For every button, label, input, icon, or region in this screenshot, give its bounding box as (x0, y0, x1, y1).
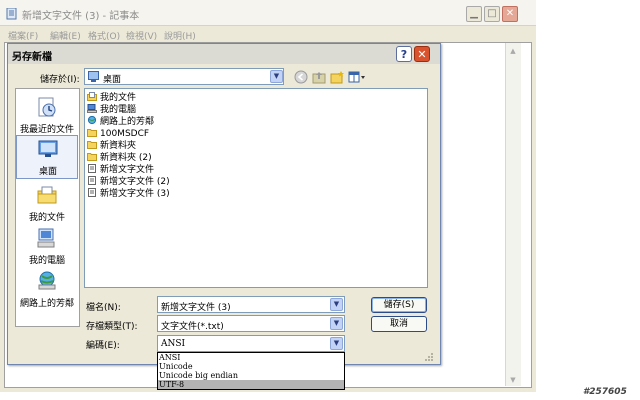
list-item[interactable]: 我的文件 (87, 92, 136, 104)
chevron-down-icon[interactable]: ▼ (270, 70, 283, 83)
encoding-option-utf8[interactable]: UTF-8 (158, 380, 344, 389)
filetype-label: 存檔類型(T): (86, 322, 138, 332)
file-name: 新增文字文件 (3) (100, 189, 170, 199)
computer-icon (87, 104, 97, 113)
filetype-value: 文字文件(*.txt) (161, 322, 224, 332)
place-label: 我的文件 (28, 213, 65, 223)
file-name: 我的電腦 (100, 105, 137, 115)
dialog-close-button[interactable]: ✕ (414, 46, 430, 62)
place-my-computer[interactable]: 我的電腦 (16, 225, 78, 269)
list-item[interactable]: 網路上的芳鄰 (87, 116, 154, 128)
up-folder-icon[interactable] (312, 70, 326, 84)
save-button[interactable]: 儲存(S) (371, 297, 427, 313)
place-my-documents[interactable]: 我的文件 (16, 182, 78, 226)
notepad-close-button[interactable]: ✕ (502, 6, 518, 22)
text-file-icon (88, 176, 96, 185)
chevron-down-icon[interactable]: ▼ (330, 337, 343, 350)
help-icon: ? (400, 48, 408, 61)
close-icon: ✕ (505, 8, 515, 19)
encoding-option-unicode[interactable]: Unicode (158, 362, 344, 371)
list-item[interactable]: 新增文字文件 (3) (87, 188, 170, 200)
place-label: 網路上的芳鄰 (19, 299, 74, 309)
network-icon (87, 116, 97, 125)
place-recent-documents[interactable]: 我最近的文件 (16, 94, 78, 138)
computer-icon (37, 228, 55, 248)
encoding-label: 編碼(E): (86, 341, 120, 351)
text-file-icon (88, 164, 96, 173)
menu-edit[interactable]: 編輯(E) (50, 29, 81, 42)
my-documents-icon (87, 92, 97, 101)
notepad-vertical-scrollbar[interactable] (505, 43, 521, 386)
folder-icon (87, 153, 97, 161)
file-name: 新增文字文件 (100, 165, 155, 175)
dialog-title: 另存新檔 (12, 52, 52, 63)
close-icon: ✕ (417, 48, 427, 61)
folder-icon (87, 141, 97, 149)
chevron-down-icon[interactable]: ▼ (330, 317, 343, 330)
list-item[interactable]: 新增文字文件 (2) (87, 176, 170, 188)
dialog-titlebar[interactable] (8, 44, 440, 64)
resize-grip-icon[interactable] (424, 352, 434, 362)
maximize-button[interactable]: □ (484, 6, 500, 22)
list-item[interactable]: 新資料夾 (2) (87, 152, 152, 164)
notepad-title: 新增文字文件 (3) - 記事本 (22, 11, 140, 22)
file-name: 網路上的芳鄰 (100, 117, 155, 127)
file-name: 100MSDCF (100, 129, 150, 139)
encoding-dropdown[interactable] (157, 335, 345, 352)
menu-file[interactable]: 檔案(F) (8, 29, 38, 42)
scroll-up-icon[interactable]: ▲ (507, 45, 519, 57)
maximize-icon: □ (487, 8, 497, 19)
network-icon (38, 271, 56, 290)
menu-format[interactable]: 格式(O) (88, 29, 120, 42)
minimize-button[interactable]: ▁ (466, 6, 482, 22)
save-in-value: 桌面 (103, 75, 122, 85)
encoding-option-unicode-big-endian[interactable]: Unicode big endian (158, 371, 344, 380)
recent-documents-icon (38, 97, 56, 117)
place-network[interactable]: 網路上的芳鄰 (16, 268, 78, 312)
place-desktop[interactable]: 桌面 (16, 135, 78, 179)
encoding-option-ansi[interactable]: ANSI (158, 353, 344, 362)
new-folder-icon[interactable] (330, 70, 344, 84)
encoding-value: ANSI (161, 339, 186, 349)
list-item[interactable]: 我的電腦 (87, 104, 136, 116)
my-documents-icon (37, 186, 57, 204)
folder-icon (87, 129, 97, 137)
minimize-icon: ▁ (470, 8, 478, 19)
file-name: 新增文字文件 (2) (100, 177, 170, 187)
place-label: 我的電腦 (28, 256, 65, 266)
notepad-app-icon (6, 7, 18, 20)
watermark-text: #257605 (583, 387, 627, 397)
place-label: 我最近的文件 (19, 125, 74, 135)
save-in-label: 儲存於(I): (40, 75, 80, 85)
help-button[interactable]: ? (396, 46, 412, 62)
desktop-icon (88, 71, 99, 82)
cancel-button[interactable]: 取消 (371, 316, 427, 332)
file-name: 我的文件 (100, 93, 137, 103)
menu-help[interactable]: 說明(H) (164, 29, 196, 42)
filename-label: 檔名(N): (86, 303, 121, 313)
file-name: 新資料夾 (100, 141, 137, 151)
list-item[interactable]: 新增文字文件 (87, 164, 154, 176)
list-item[interactable]: 新資料夾 (87, 140, 136, 152)
menu-view[interactable]: 檢視(V) (126, 29, 157, 42)
place-label: 桌面 (38, 167, 57, 177)
chevron-down-icon[interactable]: ▼ (330, 298, 343, 311)
desktop-icon (38, 140, 58, 157)
text-file-icon (88, 188, 96, 197)
filename-value: 新增文字文件 (3) (161, 303, 231, 313)
list-item[interactable]: 100MSDCF (87, 128, 149, 140)
scroll-down-icon[interactable]: ▼ (507, 374, 519, 386)
back-icon[interactable] (294, 70, 308, 84)
file-name: 新資料夾 (2) (100, 153, 152, 163)
views-menu-icon[interactable] (348, 70, 366, 84)
